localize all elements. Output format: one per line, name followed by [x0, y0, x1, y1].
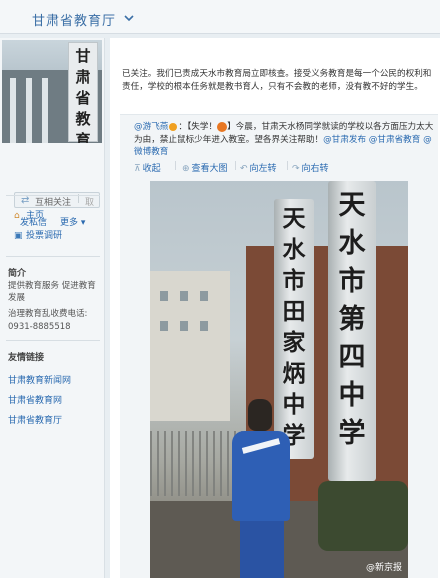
friend-link[interactable]: 甘肃教育新闻网 [8, 373, 71, 386]
avatar[interactable]: 甘 肃 省 教 育 [2, 40, 102, 143]
intro-title: 简介 [8, 269, 27, 279]
friend-link[interactable]: 甘肃省教育网 [8, 393, 62, 406]
more-menu-link[interactable]: 更多 ▾ [60, 215, 85, 228]
photo-window [160, 291, 168, 301]
reposted-weibo: @游飞燕 ：【失学！ 】今晨，甘肃天水杨同学就读的学校以各方面压力太大为由，禁止鼠标… [120, 114, 438, 578]
photo-student-head [248, 399, 272, 431]
nav-item-home[interactable]: ⌂ 主页 [14, 208, 44, 221]
post-text: 已关注。我们已责成天水市教育局立即核查。接受义务教育是每一个公民的权利和责任，学… [122, 69, 432, 92]
collapse-button[interactable]: ⊼ 收起 [134, 161, 161, 174]
sign-char: 天 [282, 205, 306, 232]
divider [6, 195, 100, 196]
sign-char: 田 [282, 298, 306, 325]
sign-char: 市 [338, 266, 366, 297]
zoom-icon: ⊕ [182, 164, 190, 174]
nav-item-poll[interactable]: ▣ 投票调研 [14, 228, 62, 241]
repost-text: @游飞燕 ：【失学！ 】今晨，甘肃天水杨同学就读的学校以各方面压力太大为由，禁止鼠标… [134, 121, 434, 157]
home-icon: ⌂ [14, 211, 20, 221]
feed-post-card: 已关注。我们已责成天水市教育局立即核查。接受义务教育是每一个公民的权利和责任，学… [110, 38, 440, 578]
avatar-sign-char: 省 [75, 89, 91, 107]
sign-char: 四 [338, 342, 366, 373]
sign-char: 炳 [282, 360, 306, 387]
sign-char: 中 [282, 391, 306, 418]
sign-char: 水 [338, 228, 366, 259]
photo-window [160, 321, 168, 331]
rotate-right-button[interactable]: ↷ 向右转 [292, 161, 329, 174]
avatar-sign-char: 教 [75, 110, 91, 128]
divider [6, 256, 100, 257]
rotate-left-icon: ↶ [240, 164, 248, 174]
photo-watermark: @新京报 [365, 563, 402, 573]
photo-window [180, 291, 188, 301]
avatar-column [26, 78, 32, 143]
photo-student-legs [240, 519, 284, 578]
avatar-sign: 甘 肃 省 教 育 [68, 42, 98, 143]
photo-window [200, 321, 208, 331]
top-header: 甘肃省教育厅 [0, 0, 440, 34]
mention-link[interactable]: @甘肃省教育 [369, 135, 421, 145]
avatar-column [10, 78, 16, 143]
sign-char: 家 [282, 329, 306, 356]
intro-text: 提供教育服务 促进教育发展 [8, 281, 96, 303]
rotate-left-button[interactable]: ↶ 向左转 [240, 161, 277, 174]
rotate-right-icon: ↷ [292, 164, 300, 174]
mutual-follow-icon: ⇄ [21, 195, 30, 206]
emoji-icon [217, 121, 228, 132]
action-label: 查看大图 [191, 164, 228, 174]
unfollow-label[interactable]: 取 [85, 195, 94, 208]
action-divider: | [174, 161, 178, 171]
divider [6, 340, 100, 341]
action-divider: | [234, 161, 238, 171]
hotline-label: 治理教育乱收费电话: [8, 309, 88, 319]
friend-link[interactable]: 甘肃省教育厅 [8, 413, 62, 426]
avatar-sign-char: 肃 [75, 68, 91, 86]
links-title: 友情链接 [8, 353, 45, 363]
avatar-sign-char: 甘 [75, 47, 91, 65]
caret-down-icon: ▾ [78, 218, 86, 228]
school-sign-left: 天 水 市 田 家 炳 中 学 [274, 199, 314, 459]
collapse-icon: ⊼ [134, 164, 141, 174]
post-photo[interactable]: 天 水 市 田 家 炳 中 学 天 水 市 第 四 中 学 @新京报 [150, 181, 408, 578]
sign-char: 水 [282, 236, 306, 263]
sign-char: 市 [282, 267, 306, 294]
photo-shrub [318, 481, 408, 551]
avatar-sign-char: 育 [75, 131, 91, 143]
more-label: 更多 [60, 218, 79, 228]
repost-tag: 【失学！ [187, 122, 218, 132]
photo-window [200, 291, 208, 301]
nav-item-label: 投票调研 [26, 231, 63, 241]
sign-char: 天 [338, 190, 366, 221]
sign-char: 学 [338, 418, 366, 449]
avatar-column [42, 78, 48, 143]
action-label: 向右转 [301, 164, 329, 174]
poll-icon: ▣ [14, 231, 23, 241]
site-name[interactable]: 甘肃省教育厅 [32, 10, 116, 29]
action-label: 收起 [142, 164, 161, 174]
profile-sidebar: 甘 肃 省 教 育 ⇄ 互相关注 | 取 发私信 更多 ▾ ⌂ 主页 ▣ 投票调研 … [0, 38, 105, 578]
follow-label: 互相关注 [35, 198, 72, 208]
hotline-number: 0931-8885518 [8, 322, 71, 332]
action-label: 向左转 [249, 164, 277, 174]
mention-link[interactable]: @甘肃发布 [323, 135, 366, 145]
nav-item-label: 主页 [26, 211, 45, 221]
chevron-down-icon[interactable] [124, 13, 134, 23]
action-divider: | [286, 161, 290, 171]
school-sign-right: 天 水 市 第 四 中 学 [328, 181, 376, 481]
verified-badge-icon [169, 122, 178, 131]
repost-user-link[interactable]: @游飞燕 [134, 122, 168, 132]
sign-char: 第 [338, 304, 366, 335]
sign-char: 中 [338, 380, 366, 411]
view-large-button[interactable]: ⊕ 查看大图 [182, 161, 228, 174]
photo-window [180, 321, 188, 331]
